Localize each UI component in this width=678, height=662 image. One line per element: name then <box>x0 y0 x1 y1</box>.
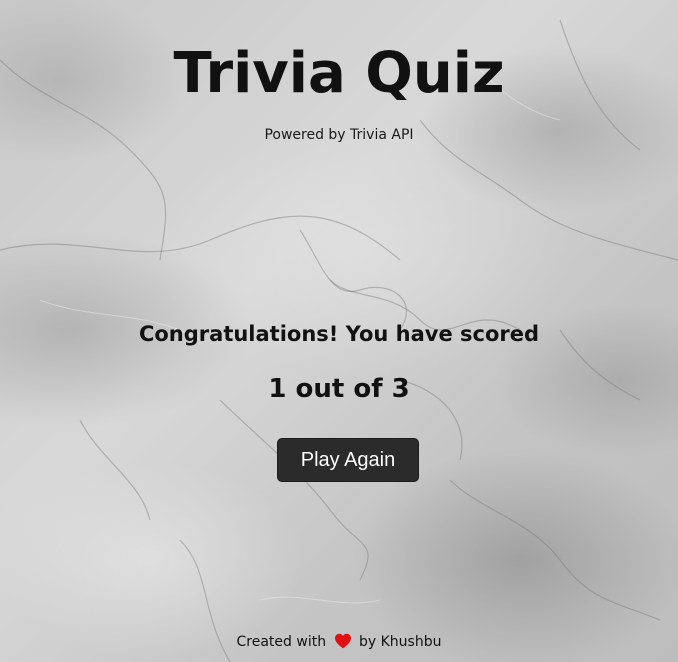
result-message: Congratulations! You have scored <box>138 322 540 346</box>
page-subtitle: Powered by Trivia API <box>264 127 414 143</box>
score-text: 1 out of 3 <box>268 374 410 404</box>
footer-suffix: by Khushbu <box>358 634 442 650</box>
play-again-button[interactable]: Play Again <box>277 438 419 482</box>
footer: Created with by Khushbu <box>0 632 678 652</box>
heart-icon <box>334 633 351 649</box>
footer-prefix: Created with <box>236 634 327 650</box>
page-title: Trivia Quiz <box>173 41 505 106</box>
